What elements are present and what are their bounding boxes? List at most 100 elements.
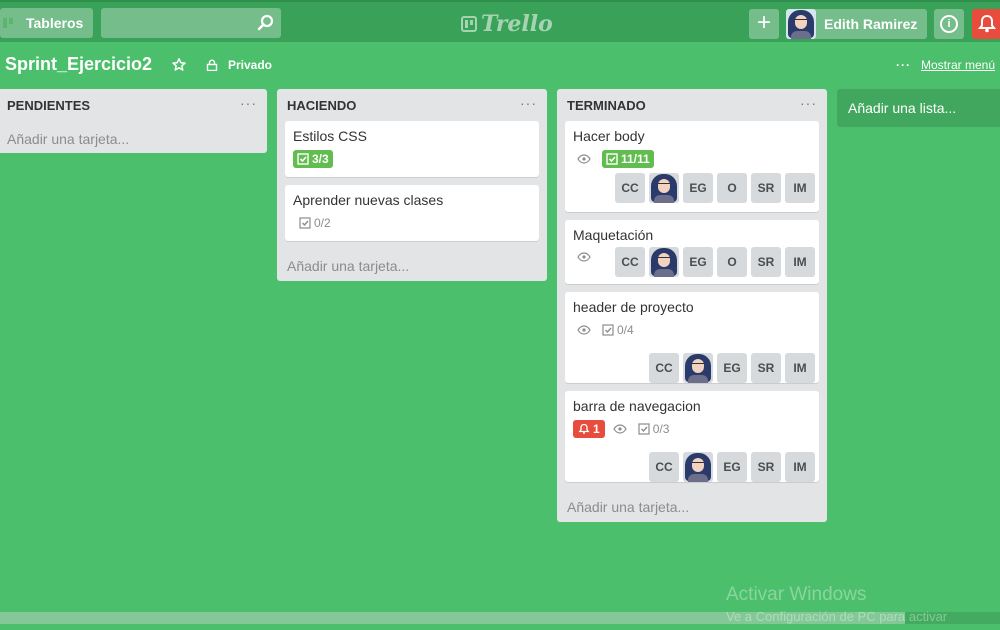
member-avatar-photo[interactable] xyxy=(649,173,679,203)
list-title[interactable]: PENDIENTES xyxy=(7,98,90,113)
add-list-button[interactable]: Añadir una lista... xyxy=(837,89,1000,127)
card-title: Aprender nuevas clases xyxy=(293,192,444,208)
info-button[interactable]: i xyxy=(934,9,964,39)
list-menu-icon[interactable]: ··· xyxy=(800,95,817,111)
checklist-count: 0/3 xyxy=(652,421,670,436)
card-title: Estilos CSS xyxy=(293,128,367,144)
search-icon[interactable] xyxy=(257,14,275,32)
member-avatar[interactable]: IM xyxy=(785,452,815,482)
eye-icon xyxy=(577,153,591,164)
member-avatar[interactable]: EG xyxy=(717,452,747,482)
lock-icon xyxy=(206,59,218,71)
bell-icon xyxy=(977,14,997,33)
list-pendientes: PENDIENTES ··· Añadir una tarjeta... xyxy=(0,89,267,153)
card[interactable]: barra de navegacion 1 0/3 CC EG SR IM xyxy=(565,391,819,482)
checklist-icon xyxy=(602,323,614,336)
member-avatar[interactable]: SR xyxy=(751,452,781,482)
windows-activation-watermark: Activar Windows xyxy=(726,584,867,605)
member-avatar[interactable]: IM xyxy=(785,173,815,203)
member-avatar[interactable]: IM xyxy=(785,353,815,383)
checklist-badge: 3/3 xyxy=(293,149,333,168)
member-avatar-photo[interactable] xyxy=(683,452,713,482)
notifications-button[interactable] xyxy=(972,9,1000,39)
list-menu-icon[interactable]: ··· xyxy=(240,95,257,111)
add-card-link[interactable]: Añadir una tarjeta... xyxy=(277,249,547,281)
checklist-count: 0/2 xyxy=(314,215,331,230)
trello-logo-icon xyxy=(461,16,477,32)
notification-count: 1 xyxy=(593,421,600,436)
visibility-button[interactable]: Privado xyxy=(206,57,272,73)
star-icon[interactable] xyxy=(171,57,187,73)
member-avatar[interactable]: SR xyxy=(751,247,781,277)
windows-activation-subtitle: Ve a Configuración de PC para activar xyxy=(726,609,948,624)
add-button[interactable]: + xyxy=(749,9,779,39)
checklist-badge: 0/4 xyxy=(602,321,634,339)
list-title[interactable]: TERMINADO xyxy=(567,98,646,113)
checklist-count: 3/3 xyxy=(312,151,329,166)
checklist-count: 0/4 xyxy=(617,322,634,337)
visibility-label: Privado xyxy=(228,58,273,72)
member-avatar[interactable]: CC xyxy=(615,173,645,203)
watch-badge xyxy=(612,420,630,438)
member-avatar[interactable]: EG xyxy=(717,353,747,383)
list-title[interactable]: HACIENDO xyxy=(287,98,356,113)
boards-label: Tableros xyxy=(26,15,84,31)
eye-icon xyxy=(577,252,591,262)
checklist-badge: 0/3 xyxy=(638,420,670,438)
card-title: header de proyecto xyxy=(573,299,694,315)
checklist-icon xyxy=(638,422,650,435)
checklist-icon xyxy=(299,216,311,229)
member-avatar[interactable]: CC xyxy=(615,247,645,277)
checklist-icon xyxy=(297,152,309,165)
watch-badge xyxy=(577,150,594,168)
member-avatar[interactable]: EG xyxy=(683,247,713,277)
card[interactable]: Hacer body 11/11 CC EG O SR IM xyxy=(565,121,819,212)
member-avatar[interactable]: O xyxy=(717,247,747,277)
list-terminado: TERMINADO ··· Hacer body 11/11 CC EG O S… xyxy=(557,89,827,522)
card-members: CC EG SR IM xyxy=(565,339,819,387)
member-avatar[interactable]: SR xyxy=(751,353,781,383)
card-members: CC EG O SR IM xyxy=(565,168,819,207)
notification-badge: 1 xyxy=(573,419,605,438)
add-card-link[interactable]: Añadir una tarjeta... xyxy=(0,121,267,153)
member-avatar[interactable]: CC xyxy=(649,353,679,383)
list-haciendo: HACIENDO ··· Estilos CSS 3/3 Aprender nu… xyxy=(277,89,547,281)
checklist-count: 11/11 xyxy=(621,151,650,166)
list-menu-icon[interactable]: ··· xyxy=(520,95,537,111)
top-bar: Tableros Trello + Edith Ramirez i xyxy=(0,0,1000,42)
list-header: TERMINADO ··· xyxy=(557,89,827,121)
add-card-link[interactable]: Añadir una tarjeta... xyxy=(557,490,827,522)
list-header: HACIENDO ··· xyxy=(277,89,547,121)
more-icon: ··· xyxy=(895,58,911,72)
card-members: CC EG SR IM xyxy=(565,438,819,486)
user-name: Edith Ramirez xyxy=(824,16,918,32)
member-avatar-photo[interactable] xyxy=(649,247,679,277)
member-avatar[interactable]: CC xyxy=(649,452,679,482)
card[interactable]: Estilos CSS 3/3 xyxy=(285,121,539,177)
watch-badge xyxy=(577,321,594,339)
card[interactable]: Aprender nuevas clases 0/2 xyxy=(285,185,539,241)
checklist-badge: 0/2 xyxy=(293,214,331,232)
list-header: PENDIENTES ··· xyxy=(0,89,267,121)
show-menu-link[interactable]: ··· Mostrar menú xyxy=(896,57,995,73)
search-input[interactable] xyxy=(101,8,281,38)
card-title: Maquetación xyxy=(573,227,654,243)
boards-icon xyxy=(0,15,16,31)
watch-badge xyxy=(577,248,594,266)
member-avatar[interactable]: O xyxy=(717,173,747,203)
trello-logo[interactable]: Trello xyxy=(461,11,553,37)
user-menu-button[interactable]: Edith Ramirez xyxy=(786,9,927,39)
member-avatar[interactable]: SR xyxy=(751,173,781,203)
avatar xyxy=(786,9,816,39)
board-title[interactable]: Sprint_Ejercicio2 xyxy=(5,54,152,75)
member-avatar[interactable]: EG xyxy=(683,173,713,203)
card-title: Hacer body xyxy=(573,128,645,144)
boards-button[interactable]: Tableros xyxy=(0,8,93,38)
card[interactable]: Maquetación CC EG O SR IM xyxy=(565,220,819,284)
card[interactable]: header de proyecto 0/4 CC EG SR IM xyxy=(565,292,819,383)
member-avatar[interactable]: IM xyxy=(785,247,815,277)
member-avatar-photo[interactable] xyxy=(683,353,713,383)
card-members: CC EG O SR IM xyxy=(602,243,815,277)
eye-icon xyxy=(612,423,627,434)
card-title: barra de navegacion xyxy=(573,398,701,414)
